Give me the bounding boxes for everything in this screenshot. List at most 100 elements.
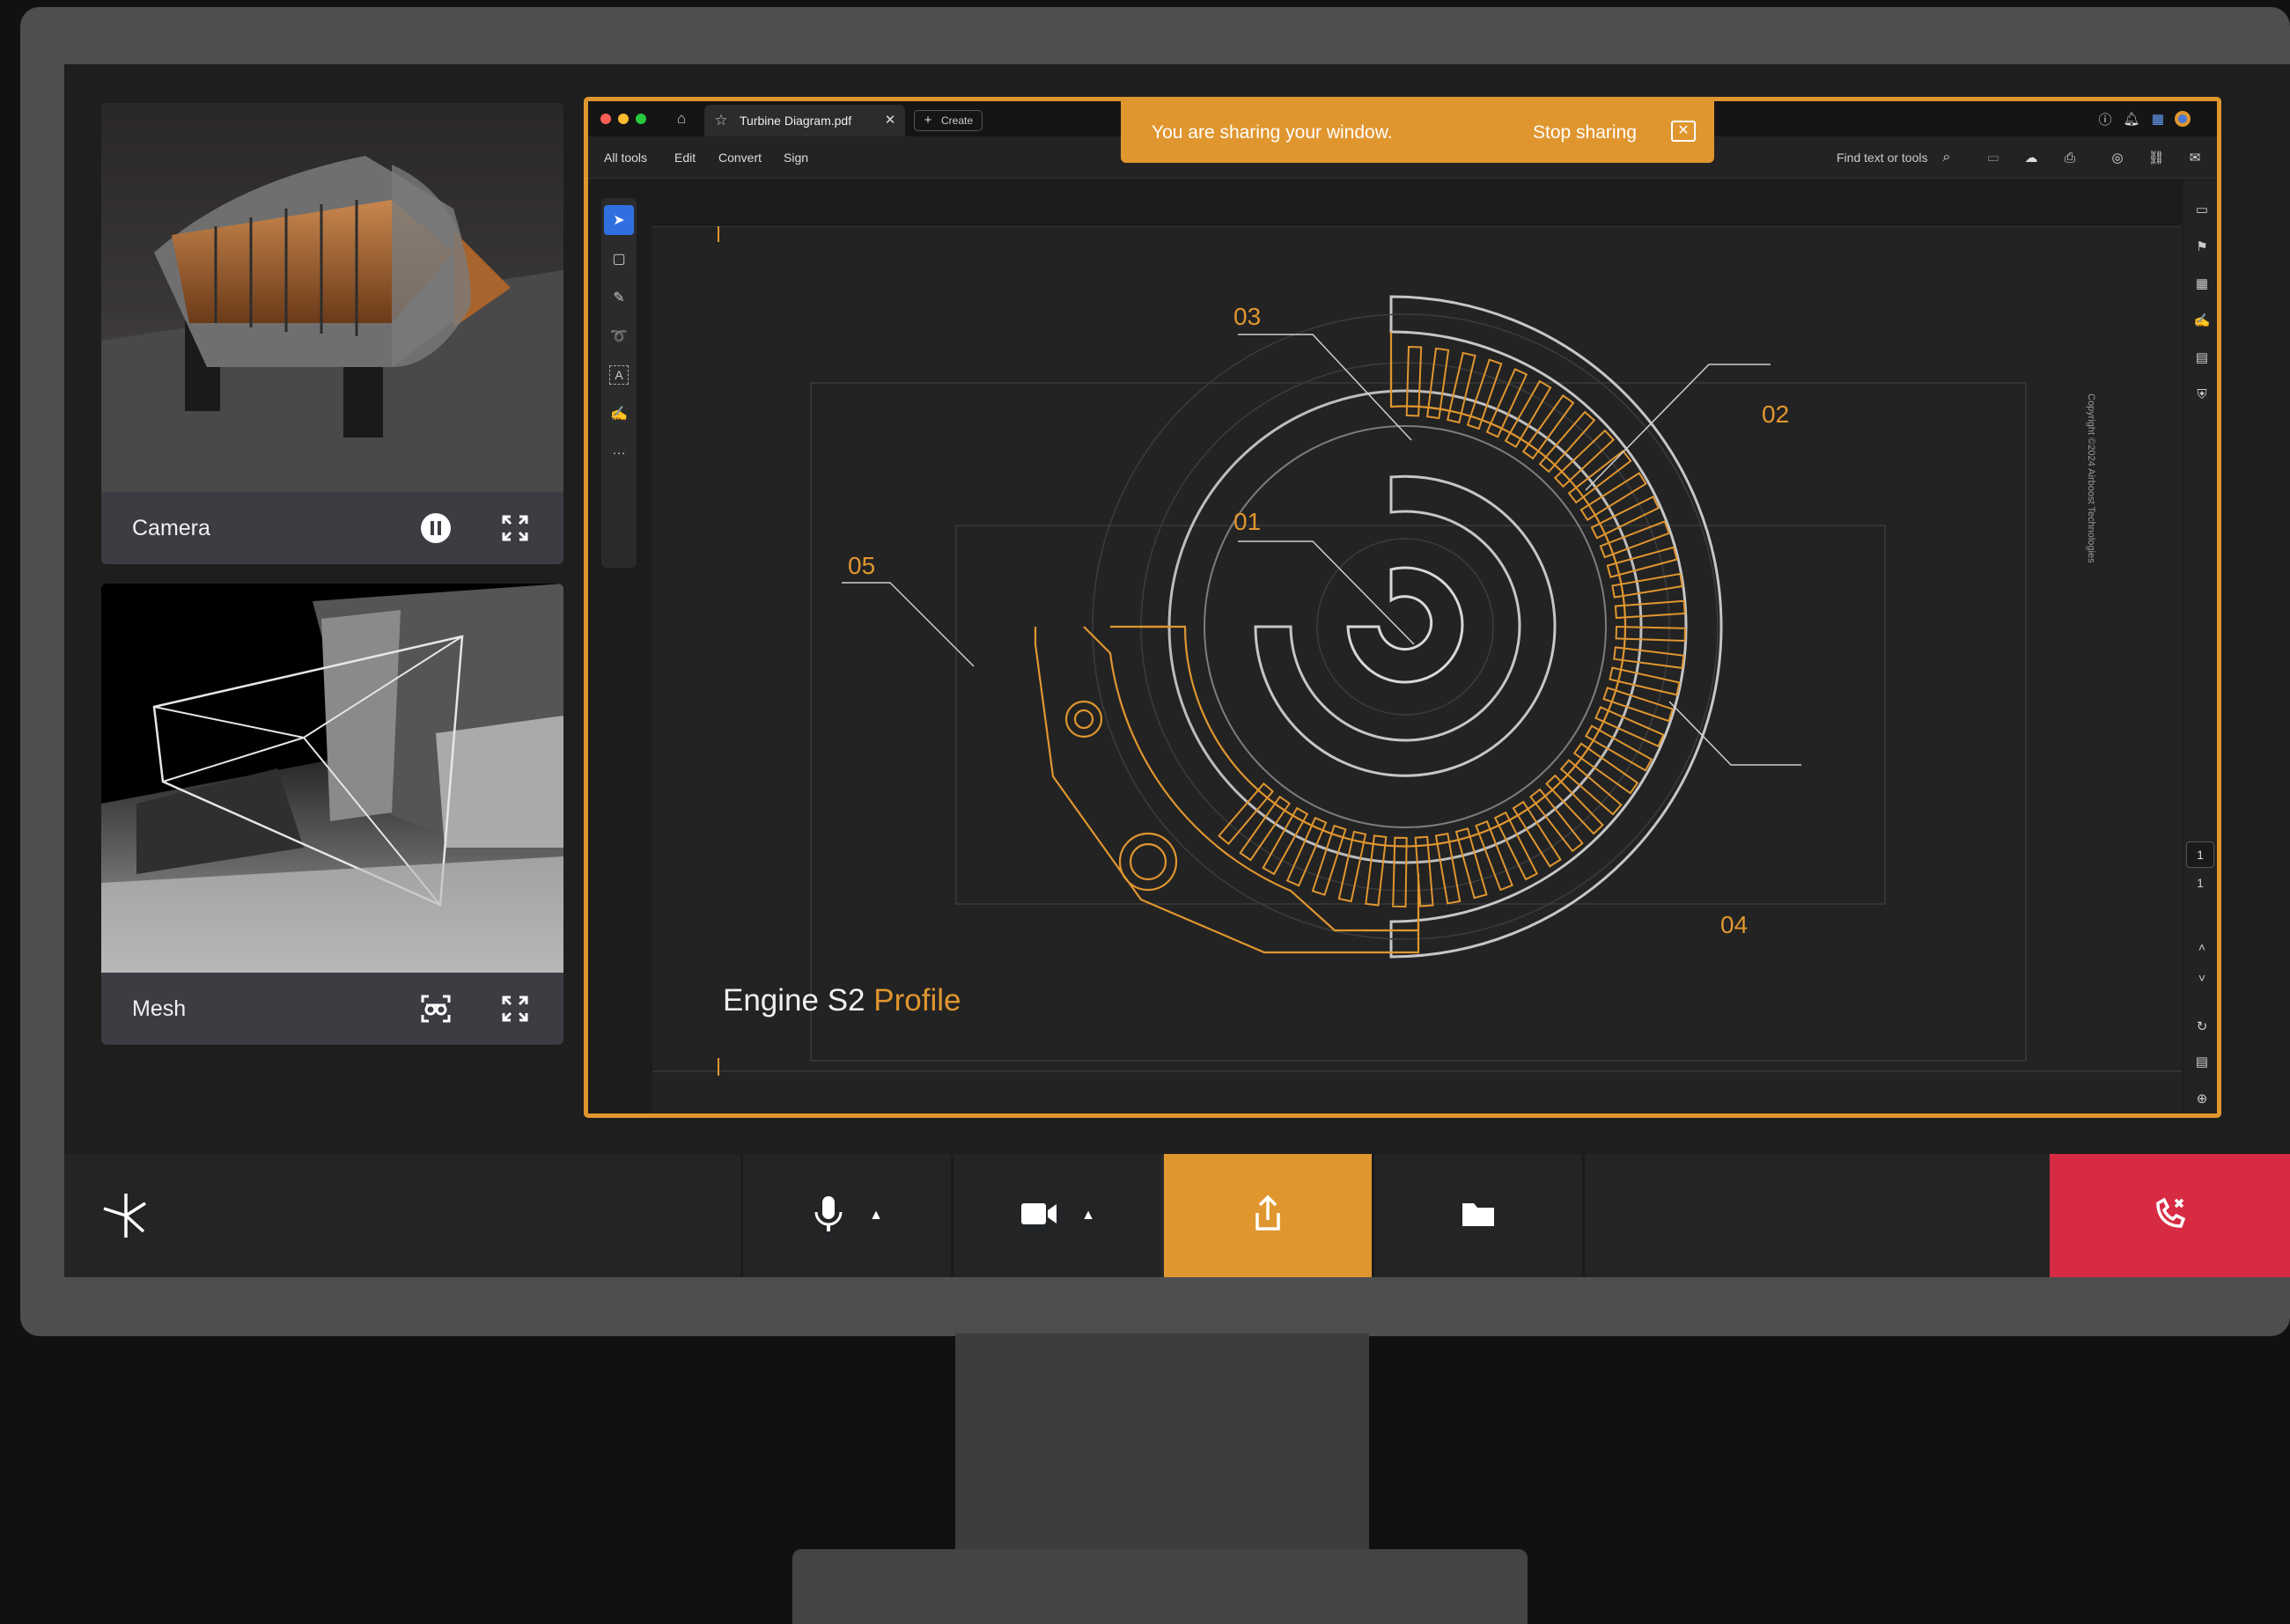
protect-icon[interactable]: ⛨	[2192, 385, 2212, 404]
tab-title: Turbine Diagram.pdf	[740, 114, 852, 128]
asterisk-logo-icon	[99, 1189, 152, 1246]
turbine-blade	[1392, 836, 1408, 908]
window-close-dot[interactable]	[600, 114, 611, 124]
folder-icon	[1461, 1200, 1496, 1232]
sharing-message: You are sharing your window.	[1152, 122, 1393, 143]
turbine-blade	[1615, 625, 1687, 643]
star-icon[interactable]: ☆	[711, 111, 731, 130]
hang-up-button[interactable]	[2050, 1154, 2290, 1277]
print-icon[interactable]: ⎙	[2060, 148, 2080, 167]
search-icon[interactable]: ⌕	[1937, 148, 1956, 167]
turbine-blade	[1594, 706, 1665, 748]
mail-icon[interactable]: ✉	[2185, 148, 2205, 167]
comments-panel-icon[interactable]: ▭	[2192, 200, 2212, 219]
shared-window: ⌂ ☆ Turbine Diagram.pdf ✕ + Create ⓘ 🔔︎ …	[584, 97, 2221, 1118]
mesh-tile[interactable]: Mesh	[101, 584, 563, 1045]
save-icon[interactable]: ▭	[1984, 148, 2003, 167]
bookmark-icon[interactable]: ⚑	[2192, 237, 2212, 256]
more-tools-icon[interactable]: …	[609, 441, 629, 460]
document-title: Engine S2 Profile	[723, 983, 961, 1018]
camera-tile[interactable]: Camera	[101, 103, 563, 564]
lasso-tool-icon[interactable]: ➰	[609, 327, 629, 346]
share-user-icon[interactable]: ◎	[2108, 148, 2127, 167]
expand-icon[interactable]	[497, 991, 533, 1026]
find-text-label[interactable]: Find text or tools	[1837, 151, 1928, 165]
logo-area	[64, 1154, 740, 1277]
signature-tool-icon[interactable]: ✍	[609, 404, 629, 423]
hang-up-icon	[2151, 1194, 2190, 1238]
menu-convert[interactable]: Convert	[718, 151, 762, 165]
apps-grid-icon[interactable]: ▦	[2148, 109, 2168, 129]
create-tab-button[interactable]: + Create	[914, 110, 983, 131]
zoom-in-icon[interactable]: ⊕	[2192, 1089, 2212, 1108]
share-screen-icon	[1250, 1194, 1285, 1238]
document-tab[interactable]: ☆ Turbine Diagram.pdf ✕	[704, 105, 905, 136]
stop-sharing-close-icon[interactable]: ✕	[1671, 121, 1696, 142]
title-accent: Profile	[873, 983, 961, 1018]
stop-sharing-button[interactable]: Stop sharing	[1533, 122, 1637, 143]
select-tool-icon[interactable]: ➤	[604, 205, 634, 235]
turbine-blade	[1553, 429, 1616, 489]
microphone-button[interactable]: ▲	[743, 1154, 951, 1277]
page-down-icon[interactable]: ˅	[2192, 968, 2212, 988]
expand-icon[interactable]	[497, 511, 533, 546]
menu-sign[interactable]: Sign	[784, 151, 808, 165]
microphone-icon	[811, 1193, 846, 1239]
turbine-blade	[1218, 782, 1275, 846]
turbine-blade	[1285, 816, 1328, 887]
callout-05: 05	[848, 552, 876, 579]
right-toolbar: ▭ ⚑ ▦ ✍ ▤ ⛨ ˄ ˅ ↻ ▤ ⊕	[2183, 180, 2217, 1113]
avatar[interactable]	[2173, 109, 2192, 129]
page-total: 1	[2197, 876, 2204, 890]
plus-icon: +	[924, 113, 932, 128]
call-control-bar: ▲ ▲	[64, 1154, 2290, 1277]
help-icon[interactable]: ⓘ	[2095, 109, 2115, 129]
files-button[interactable]	[1374, 1154, 1582, 1277]
vr-glasses-icon[interactable]	[418, 991, 453, 1026]
camera-tile-bar: Camera	[101, 492, 563, 564]
fill-sign-icon[interactable]: ✍	[2192, 311, 2212, 330]
create-label: Create	[941, 114, 974, 127]
camera-label: Camera	[132, 515, 210, 540]
refresh-icon[interactable]: ↻	[2192, 1017, 2212, 1036]
comment-tool-icon[interactable]: ▢	[609, 249, 629, 268]
close-tab-icon[interactable]: ✕	[880, 111, 900, 130]
callout-01: 01	[1233, 508, 1262, 535]
menu-all-tools[interactable]: All tools	[604, 151, 647, 165]
mesh-feed-image	[101, 584, 563, 973]
pen-tool-icon[interactable]: ✎	[609, 288, 629, 307]
camera-button[interactable]: ▲	[954, 1154, 1161, 1277]
menu-edit[interactable]: Edit	[674, 151, 696, 165]
current-page-input[interactable]: 1	[2186, 841, 2214, 868]
sharing-banner: You are sharing your window. Stop sharin…	[1121, 101, 1714, 163]
pdf-page: 03 01 02 04 05 Engine S2 Profile Copyrig…	[652, 226, 2182, 1113]
thumbnails-icon[interactable]: ▦	[2192, 274, 2212, 293]
turbine-blade	[1262, 806, 1309, 876]
mesh-tile-bar: Mesh	[101, 973, 563, 1045]
bell-icon[interactable]: 🔔︎	[2122, 109, 2141, 129]
call-screen: Camera Mesh ⌂ ☆ Turbine Diagram.pdf ✕ + …	[64, 64, 2290, 1277]
callout-03: 03	[1233, 303, 1262, 330]
pause-icon[interactable]	[418, 511, 453, 546]
callout-02: 02	[1762, 400, 1790, 428]
window-maximize-dot[interactable]	[636, 114, 646, 124]
cloud-upload-icon[interactable]: ☁	[2021, 148, 2041, 167]
video-camera-icon	[1020, 1200, 1058, 1232]
turbine-blade	[1590, 495, 1660, 540]
callbar-spacer	[1585, 1154, 2104, 1277]
link-icon[interactable]: ⛓	[2146, 148, 2166, 167]
page-up-icon[interactable]: ˄	[2192, 937, 2212, 957]
camera-options-chevron-icon[interactable]: ▲	[1081, 1208, 1095, 1224]
turbine-blade	[1466, 358, 1503, 430]
camera-feed-image	[101, 103, 563, 492]
home-icon[interactable]: ⌂	[672, 109, 691, 129]
turbine-blade	[1485, 368, 1528, 438]
text-select-tool-icon[interactable]: A	[609, 365, 629, 385]
mesh-label: Mesh	[132, 996, 187, 1021]
turbine-blade	[1545, 774, 1604, 835]
window-minimize-dot[interactable]	[618, 114, 629, 124]
mic-options-chevron-icon[interactable]: ▲	[869, 1208, 883, 1224]
document-icon[interactable]: ▤	[2192, 348, 2212, 367]
page-info-icon[interactable]: ▤	[2192, 1052, 2212, 1071]
share-screen-button[interactable]	[1164, 1154, 1372, 1277]
